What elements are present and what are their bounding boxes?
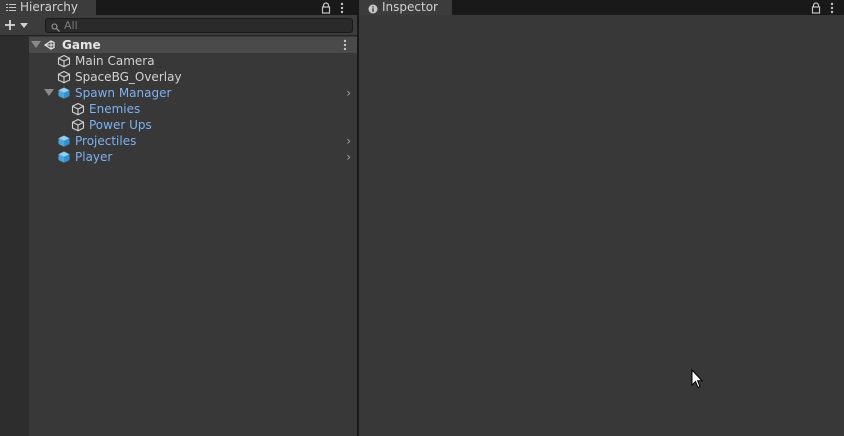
gameobject-cube-icon xyxy=(71,118,85,132)
prefab-cube-icon xyxy=(57,86,71,100)
list-item[interactable]: Power Ups xyxy=(29,117,357,133)
tab-inspector-label: Inspector xyxy=(382,0,438,14)
hierarchy-panel: Hierarchy All Game Main Camera SpaceBG_O… xyxy=(0,0,357,436)
more-menu-icon[interactable] xyxy=(830,0,838,15)
gameobject-cube-icon xyxy=(71,102,85,116)
list-item[interactable]: Main Camera xyxy=(29,53,357,69)
more-menu-icon[interactable] xyxy=(340,0,348,15)
inspector-panel: Inspector xyxy=(359,0,844,436)
expand-arrow-icon[interactable] xyxy=(31,41,41,48)
search-input[interactable]: All xyxy=(45,18,353,33)
list-item[interactable]: Enemies xyxy=(29,101,357,117)
inspector-content xyxy=(359,15,844,436)
hierarchy-tab-bar: Hierarchy xyxy=(0,0,357,15)
item-label: Player xyxy=(75,150,113,164)
item-label: Power Ups xyxy=(89,118,152,132)
list-item[interactable]: Projectiles › xyxy=(29,133,357,149)
search-icon xyxy=(51,21,61,35)
item-label: Enemies xyxy=(89,102,141,116)
item-label: Main Camera xyxy=(75,54,155,68)
mouse-cursor-icon xyxy=(691,368,704,392)
gameobject-cube-icon xyxy=(57,54,71,68)
create-button[interactable] xyxy=(3,18,31,32)
scene-row[interactable]: Game xyxy=(29,37,357,53)
lock-icon[interactable] xyxy=(321,0,333,15)
item-label: Spawn Manager xyxy=(75,86,172,100)
chevron-right-icon[interactable]: › xyxy=(346,151,351,163)
hierarchy-tree[interactable]: Game Main Camera SpaceBG_Overlay Spawn M… xyxy=(29,36,357,436)
scene-menu-icon[interactable] xyxy=(343,39,347,54)
scene-name: Game xyxy=(62,38,101,52)
search-placeholder: All xyxy=(64,19,78,32)
unity-scene-icon xyxy=(42,38,56,52)
prefab-cube-icon xyxy=(57,134,71,148)
list-item[interactable]: Player › xyxy=(29,149,357,165)
tab-hierarchy-label: Hierarchy xyxy=(20,0,79,14)
list-icon xyxy=(6,0,16,15)
list-item[interactable]: SpaceBG_Overlay xyxy=(29,69,357,85)
tab-inspector[interactable]: Inspector xyxy=(359,0,452,15)
item-label: Projectiles xyxy=(75,134,137,148)
info-icon xyxy=(368,3,378,13)
prefab-cube-icon xyxy=(57,150,71,164)
inspector-tab-bar: Inspector xyxy=(359,0,844,15)
tab-hierarchy[interactable]: Hierarchy xyxy=(0,0,96,15)
item-label: SpaceBG_Overlay xyxy=(75,70,182,84)
list-item[interactable]: Spawn Manager › xyxy=(29,85,357,101)
chevron-right-icon[interactable]: › xyxy=(346,87,351,99)
chevron-right-icon[interactable]: › xyxy=(346,135,351,147)
gameobject-cube-icon xyxy=(57,70,71,84)
chevron-down-icon xyxy=(20,23,28,28)
lock-icon[interactable] xyxy=(811,0,823,15)
plus-icon xyxy=(4,19,16,34)
expand-arrow-icon[interactable] xyxy=(44,89,54,96)
hierarchy-gutter xyxy=(0,36,29,436)
hierarchy-toolbar: All xyxy=(0,15,357,36)
